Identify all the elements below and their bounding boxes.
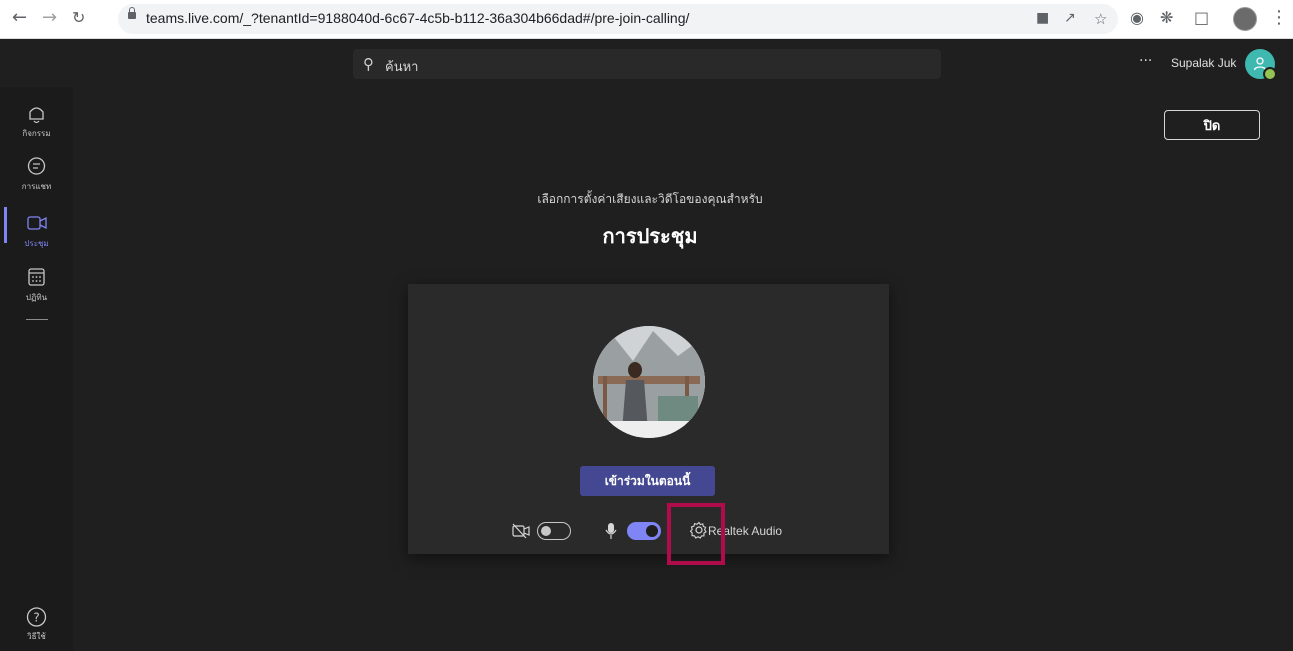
camera-toggle[interactable] xyxy=(537,522,571,540)
help-icon: ? xyxy=(26,607,47,627)
extensions-icon[interactable]: ❋ xyxy=(1160,9,1173,27)
camera-off-icon[interactable] xyxy=(511,522,531,540)
profile-icon[interactable] xyxy=(1233,7,1257,31)
address-bar[interactable]: teams.live.com/_?tenantId=9188040d-6c67-… xyxy=(118,4,1118,34)
bell-icon xyxy=(29,107,44,124)
chat-icon xyxy=(27,157,46,175)
search-box[interactable]: ⚲ ค้นหา xyxy=(353,49,941,79)
toggle-knob xyxy=(646,525,658,537)
close-button[interactable]: ปิด xyxy=(1164,110,1260,140)
more-options-button[interactable]: ··· xyxy=(1139,53,1152,69)
page-title: การประชุม xyxy=(602,224,698,248)
camera-icon[interactable]: ■ xyxy=(1036,10,1049,26)
rail-item-meetings[interactable]: ประชุม xyxy=(0,213,73,250)
rail-item-label: การแชท xyxy=(21,182,52,191)
sidebar-icon[interactable]: □ xyxy=(1194,9,1209,27)
url-text[interactable]: teams.live.com/_?tenantId=9188040d-6c67-… xyxy=(146,10,689,26)
lock-icon[interactable] xyxy=(128,7,136,19)
highlight-box xyxy=(667,503,725,565)
rail-item-label: ประชุม xyxy=(24,239,49,248)
prejoin-subtitle: เลือกการตั้งค่าเสียงและวิดีโอของคุณสำหรั… xyxy=(537,192,763,206)
reload-icon[interactable]: ↻ xyxy=(72,8,85,28)
preview-panel: เข้าร่วมในตอนนี้ Realtek Audio xyxy=(408,284,889,554)
search-placeholder[interactable]: ค้นหา xyxy=(385,56,418,77)
microphone-icon[interactable] xyxy=(604,522,618,540)
browser-toolbar: ← → ↻ teams.live.com/_?tenantId=9188040d… xyxy=(0,0,1293,39)
screenshot-icon[interactable]: ◉ xyxy=(1130,9,1144,27)
avatar[interactable] xyxy=(1245,49,1277,81)
menu-icon[interactable]: ⋮ xyxy=(1270,9,1288,27)
rail-item-help[interactable]: ? วิธีใช้ xyxy=(0,606,73,643)
arrow-right-icon[interactable]: → xyxy=(42,8,57,28)
rail-item-activity[interactable]: กิจกรรม xyxy=(0,103,73,140)
arrow-left-icon[interactable]: ← xyxy=(12,8,27,28)
toggle-knob xyxy=(541,526,551,536)
rail-item-label: กิจกรรม xyxy=(22,129,51,138)
rail-item-label: วิธีใช้ xyxy=(27,632,46,641)
calendar-icon xyxy=(28,268,45,286)
star-icon[interactable]: ☆ xyxy=(1094,10,1107,28)
join-now-button[interactable]: เข้าร่วมในตอนนี้ xyxy=(580,466,715,496)
presence-available-icon xyxy=(1263,67,1277,81)
profile-photo xyxy=(593,326,705,438)
share-icon[interactable]: ↗ xyxy=(1064,10,1076,26)
prejoin-screen: ปิด เลือกการตั้งค่าเสียงและวิดีโอของคุณส… xyxy=(73,87,1293,651)
microphone-toggle[interactable] xyxy=(627,522,661,540)
app-bar: กิจกรรม การแชท ประชุม ปฏิทิน ? วิธีใช้ xyxy=(0,87,73,651)
video-icon xyxy=(27,216,47,230)
svg-text:?: ? xyxy=(33,611,39,625)
rail-item-chat[interactable]: การแชท xyxy=(0,156,73,193)
rail-item-label: ปฏิทิน xyxy=(25,293,48,302)
app-header: ⚲ ค้นหา ··· Supalak Juk xyxy=(0,39,1293,87)
rail-item-calendar[interactable]: ปฏิทิน xyxy=(0,267,73,304)
user-name[interactable]: Supalak Juk xyxy=(1171,56,1236,70)
search-icon: ⚲ xyxy=(363,55,374,73)
rail-divider xyxy=(26,319,48,320)
